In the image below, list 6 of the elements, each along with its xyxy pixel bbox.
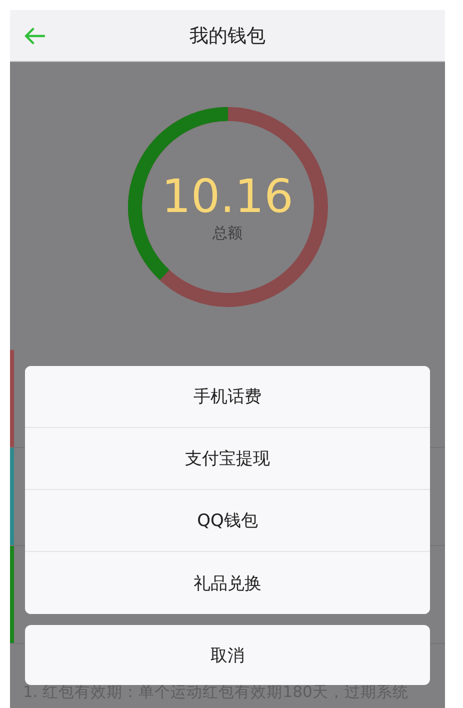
back-arrow-icon[interactable] (23, 27, 45, 45)
total-amount: 10.16 (162, 171, 294, 222)
menu-option[interactable]: 手机话费 (25, 366, 430, 428)
page-title: 我的钱包 (190, 24, 266, 48)
cancel-button[interactable]: 取消 (25, 625, 430, 685)
total-label: 总额 (212, 224, 242, 243)
